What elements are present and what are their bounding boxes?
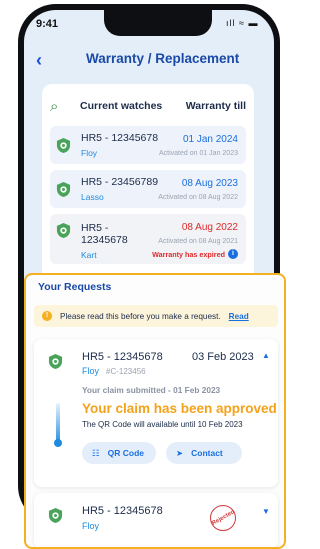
warranty-date: 01 Jan 2024 xyxy=(182,133,238,145)
shield-icon xyxy=(48,508,63,523)
back-arrow-icon[interactable]: ‹ xyxy=(36,50,54,70)
watch-band-icon: ⌕ xyxy=(50,97,59,115)
rejected-stamp-text: Rejected xyxy=(210,509,236,527)
chevron-up-icon[interactable]: ▲ xyxy=(262,351,270,360)
progress-thermometer-icon xyxy=(54,403,62,447)
shield-icon xyxy=(56,223,71,238)
request-watch-name: Floy xyxy=(82,366,100,376)
request-card[interactable]: HR5 - 12345678 03 Feb 2023 ▲ Floy #C-123… xyxy=(34,339,278,487)
info-icon[interactable]: i xyxy=(228,249,238,259)
qr-code-icon: ☷ xyxy=(92,447,100,458)
col-warranty-till: Warranty till xyxy=(185,100,246,112)
warning-icon: ! xyxy=(42,311,52,321)
notice-text: Please read this before you make a reque… xyxy=(60,311,221,321)
read-link[interactable]: Read xyxy=(229,312,249,321)
activated-date: Activated on 08 Aug 2021 xyxy=(158,238,238,245)
rejected-stamp-icon: Rejected xyxy=(210,505,236,531)
watch-table-header: ⌕ Current watches Warranty till xyxy=(50,92,246,120)
warranty-date: 08 Aug 2022 xyxy=(181,222,238,233)
request-serial: HR5 - 12345678 xyxy=(82,505,163,517)
current-watches-card: ⌕ Current watches Warranty till HR5 - 12… xyxy=(42,84,254,284)
watch-name: Kart xyxy=(81,250,97,260)
col-current-watches: Current watches xyxy=(80,100,163,112)
claim-status-title: Your claim has been approved xyxy=(82,401,277,416)
contact-label: Contact xyxy=(191,448,223,458)
qr-availability-note: The QR Code will available until 10 Feb … xyxy=(82,420,243,429)
watch-name: Floy xyxy=(81,148,98,158)
activated-date: Activated on 08 Aug 2022 xyxy=(158,193,238,201)
send-icon: ➤ xyxy=(176,447,184,458)
request-serial: HR5 - 12345678 xyxy=(82,351,163,363)
phone-notch xyxy=(104,10,212,36)
requests-title: Your Requests xyxy=(38,281,112,293)
watch-serial: HR5 - 23456789 xyxy=(81,176,159,188)
contact-button[interactable]: ➤ Contact xyxy=(166,442,242,464)
claim-submitted-text: Your claim submitted - 01 Feb 2023 xyxy=(82,385,221,395)
expired-text: Warranty has expired xyxy=(152,249,225,259)
watch-serial: HR5 - 12345678 xyxy=(81,132,159,144)
shield-icon xyxy=(48,354,63,369)
request-case-id: #C-123456 xyxy=(106,367,146,376)
shield-icon xyxy=(56,181,71,197)
activated-date: Activated on 01 Jan 2023 xyxy=(158,149,238,157)
watch-row[interactable]: HR5 - 12345678 Floy 01 Jan 2024 Activate… xyxy=(50,126,246,164)
request-card[interactable]: HR5 - 12345678 Floy Rejected ▼ xyxy=(34,493,278,547)
warranty-date: 08 Aug 2023 xyxy=(181,177,238,189)
shield-icon xyxy=(56,137,71,153)
watch-row-expired[interactable]: HR5 - 12345678 Kart 08 Aug 2022 Activate… xyxy=(50,214,246,264)
chevron-down-icon[interactable]: ▼ xyxy=(262,507,270,516)
watch-serial: HR5 - 12345678 xyxy=(81,222,128,246)
status-icons: ıll ≈ ▬ xyxy=(226,18,259,28)
expired-label: Warranty has expired i xyxy=(152,249,238,259)
qr-code-button[interactable]: ☷ QR Code xyxy=(82,442,156,464)
page-title: Warranty / Replacement xyxy=(86,51,240,66)
watch-name: Lasso xyxy=(81,192,104,202)
status-time: 9:41 xyxy=(36,18,59,30)
request-date: 03 Feb 2023 xyxy=(192,351,254,363)
request-notice: ! Please read this before you make a req… xyxy=(34,305,278,327)
requests-panel: Your Requests ! Please read this before … xyxy=(24,273,286,549)
request-watch-name: Floy xyxy=(82,521,100,531)
watch-row[interactable]: HR5 - 23456789 Lasso 08 Aug 2023 Activat… xyxy=(50,170,246,208)
qr-code-label: QR Code xyxy=(107,448,144,458)
